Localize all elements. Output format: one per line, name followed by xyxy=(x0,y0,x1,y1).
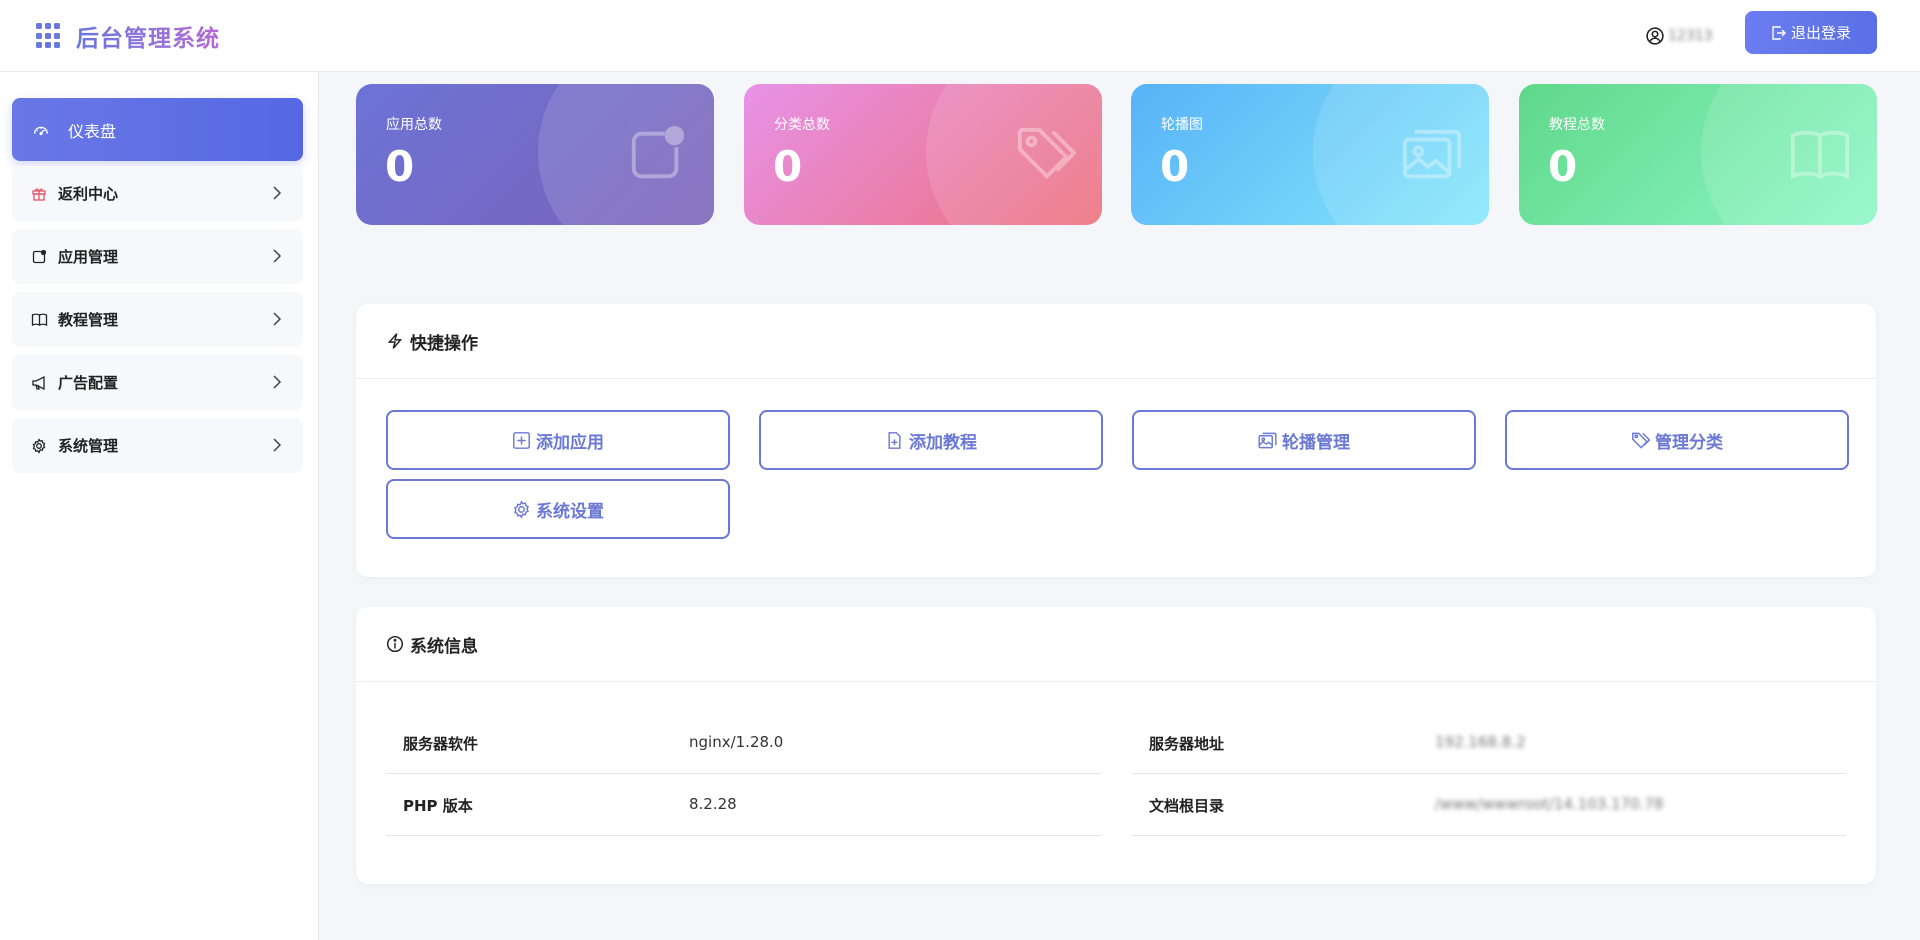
sidebar-item-system[interactable]: 系统管理 xyxy=(12,418,303,473)
chevron-right-icon xyxy=(273,249,282,263)
info-icon xyxy=(386,635,404,653)
app-title: 后台管理系统 xyxy=(76,19,220,53)
app-icon xyxy=(30,248,48,266)
chevron-right-icon xyxy=(273,312,282,326)
sidebar-item-rebate[interactable]: 返利中心 xyxy=(12,166,303,221)
chevron-right-icon xyxy=(273,375,282,389)
top-header: 后台管理系统 12313 退出登录 xyxy=(0,0,1920,72)
panel-title: 快捷操作 xyxy=(410,333,478,354)
sidebar-item-label: 教程管理 xyxy=(58,311,119,329)
lightning-icon xyxy=(387,333,403,349)
sidebar-item-apps[interactable]: 应用管理 xyxy=(12,229,303,284)
panel-header: 系统信息 xyxy=(356,607,1876,682)
stat-label: 教程总数 xyxy=(1549,117,1605,133)
sidebar-item-label: 系统管理 xyxy=(58,437,119,455)
document-root-value: /www/wwwroot/14.103.170.78 xyxy=(1435,795,1664,813)
sidebar-item-label: 返利中心 xyxy=(58,185,119,203)
app-icon xyxy=(631,125,685,179)
add-tutorial-button[interactable]: 添加教程 xyxy=(759,410,1103,470)
stat-value: 0 xyxy=(1548,142,1578,191)
stat-label: 轮播图 xyxy=(1161,117,1203,133)
grid-menu-icon[interactable] xyxy=(36,23,62,49)
banner-management-button[interactable]: 轮播管理 xyxy=(1132,410,1476,470)
user-info[interactable]: 12313 xyxy=(1646,0,1713,72)
images-icon xyxy=(1258,432,1277,448)
button-label: 添加教程 xyxy=(909,432,977,453)
gift-icon xyxy=(30,185,48,203)
file-plus-icon xyxy=(888,431,901,449)
stat-card-tutorials: 教程总数 0 xyxy=(1519,84,1877,225)
chevron-right-icon xyxy=(273,438,282,452)
stat-value: 0 xyxy=(773,142,803,191)
button-label: 添加应用 xyxy=(536,432,604,453)
row-divider xyxy=(1132,835,1846,836)
sidebar-item-tutorials[interactable]: 教程管理 xyxy=(12,292,303,347)
system-settings-button[interactable]: 系统设置 xyxy=(386,479,730,539)
gear-icon xyxy=(30,437,48,455)
images-icon xyxy=(1402,129,1462,179)
stat-label: 应用总数 xyxy=(386,117,442,133)
sidebar-item-label: 应用管理 xyxy=(58,248,119,266)
brand[interactable]: 后台管理系统 xyxy=(36,0,220,72)
server-address-label: 服务器地址 xyxy=(1149,735,1225,753)
sidebar-item-label: 广告配置 xyxy=(58,374,119,392)
sidebar-item-ads[interactable]: 广告配置 xyxy=(12,355,303,410)
row-divider xyxy=(1132,773,1846,774)
logout-button[interactable]: 退出登录 xyxy=(1745,11,1877,54)
button-label: 系统设置 xyxy=(536,501,604,522)
book-icon xyxy=(30,311,48,329)
stat-card-apps: 应用总数 0 xyxy=(356,84,714,225)
panel-header: 快捷操作 xyxy=(356,304,1876,379)
add-app-button[interactable]: 添加应用 xyxy=(386,410,730,470)
megaphone-icon xyxy=(30,374,48,392)
stat-card-categories: 分类总数 0 xyxy=(744,84,1102,225)
user-circle-icon xyxy=(1646,27,1664,45)
server-software-value: nginx/1.28.0 xyxy=(689,733,784,751)
stat-value: 0 xyxy=(1160,142,1190,191)
gear-icon xyxy=(514,499,529,519)
row-divider xyxy=(386,835,1101,836)
system-info-panel: 系统信息 服务器软件 nginx/1.28.0 PHP 版本 8.2.28 服务… xyxy=(356,607,1876,884)
button-label: 管理分类 xyxy=(1655,432,1723,453)
stat-label: 分类总数 xyxy=(774,117,830,133)
stat-card-banners: 轮播图 0 xyxy=(1131,84,1489,225)
logout-label: 退出登录 xyxy=(1790,24,1851,42)
sidebar: 仪表盘 返利中心 应用管理 教程管理 广告配置 系统管理 xyxy=(0,72,319,940)
php-version-label: PHP 版本 xyxy=(403,797,473,815)
php-version-value: 8.2.28 xyxy=(689,795,737,813)
panel-title: 系统信息 xyxy=(410,636,478,657)
quick-actions-panel: 快捷操作 添加应用 添加教程 轮播管理 管理分类 系统设置 xyxy=(356,304,1876,577)
button-label: 轮播管理 xyxy=(1282,432,1350,453)
stat-value: 0 xyxy=(385,142,415,191)
tag-icon xyxy=(1017,127,1076,180)
row-divider xyxy=(386,773,1101,774)
plus-square-icon xyxy=(513,431,530,449)
book-icon xyxy=(1790,130,1850,180)
document-root-label: 文档根目录 xyxy=(1149,797,1225,815)
logout-icon xyxy=(1772,25,1786,40)
server-address-value: 192.168.8.2 xyxy=(1435,733,1526,751)
server-software-label: 服务器软件 xyxy=(403,735,479,753)
sidebar-item-dashboard[interactable]: 仪表盘 xyxy=(12,98,303,161)
dashboard-icon xyxy=(32,121,50,139)
chevron-right-icon xyxy=(273,186,282,200)
username: 12313 xyxy=(1668,28,1713,44)
sidebar-item-label: 仪表盘 xyxy=(68,121,117,141)
tag-icon xyxy=(1632,432,1650,449)
manage-categories-button[interactable]: 管理分类 xyxy=(1505,410,1849,470)
